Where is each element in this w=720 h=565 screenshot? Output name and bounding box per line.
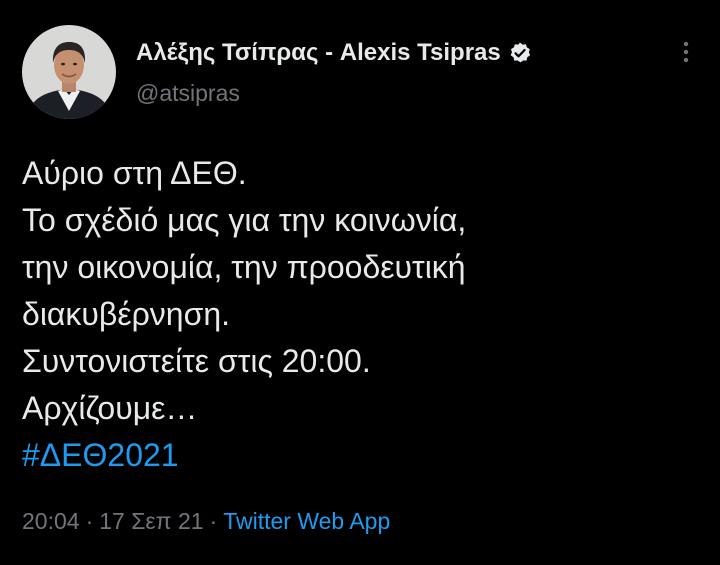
author-handle[interactable]: @atsipras	[136, 80, 240, 107]
author-display-name[interactable]: Αλέξης Τσίπρας - Alexis Tsipras	[136, 39, 501, 67]
author-name-row[interactable]: Αλέξης Τσίπρας - Alexis Tsipras	[136, 36, 532, 70]
more-options-icon[interactable]	[676, 38, 696, 68]
tweet-card: Αλέξης Τσίπρας - Alexis Tsipras @atsipra…	[0, 0, 720, 565]
tweet-line: διακυβέρνηση.	[22, 296, 231, 332]
tweet-line: την οικονομία, την προοδευτική	[22, 249, 466, 285]
profile-photo-icon	[22, 25, 116, 119]
meta-separator: ·	[209, 508, 218, 534]
tweet-line: Το σχέδιό μας για την κοινωνία,	[22, 202, 467, 238]
tweet-line: Αύριο στη ΔΕΘ.	[22, 155, 247, 191]
tweet-meta: 20:04 · 17 Σεπ 21 · Twitter Web App	[22, 508, 390, 535]
hashtag-link[interactable]: #ΔΕΘ2021	[22, 432, 702, 479]
tweet-source-link[interactable]: Twitter Web App	[223, 508, 390, 534]
tweet-date[interactable]: 17 Σεπ 21	[99, 508, 203, 534]
verified-badge-icon	[508, 41, 532, 65]
meta-separator: ·	[85, 508, 94, 534]
tweet-line: Αρχίζουμε…	[22, 390, 198, 426]
tweet-text: Αύριο στη ΔΕΘ. Το σχέδιό μας για την κοι…	[22, 150, 702, 479]
tweet-time[interactable]: 20:04	[22, 508, 80, 534]
avatar[interactable]	[22, 25, 116, 119]
tweet-line: Συντονιστείτε στις 20:00.	[22, 343, 371, 379]
